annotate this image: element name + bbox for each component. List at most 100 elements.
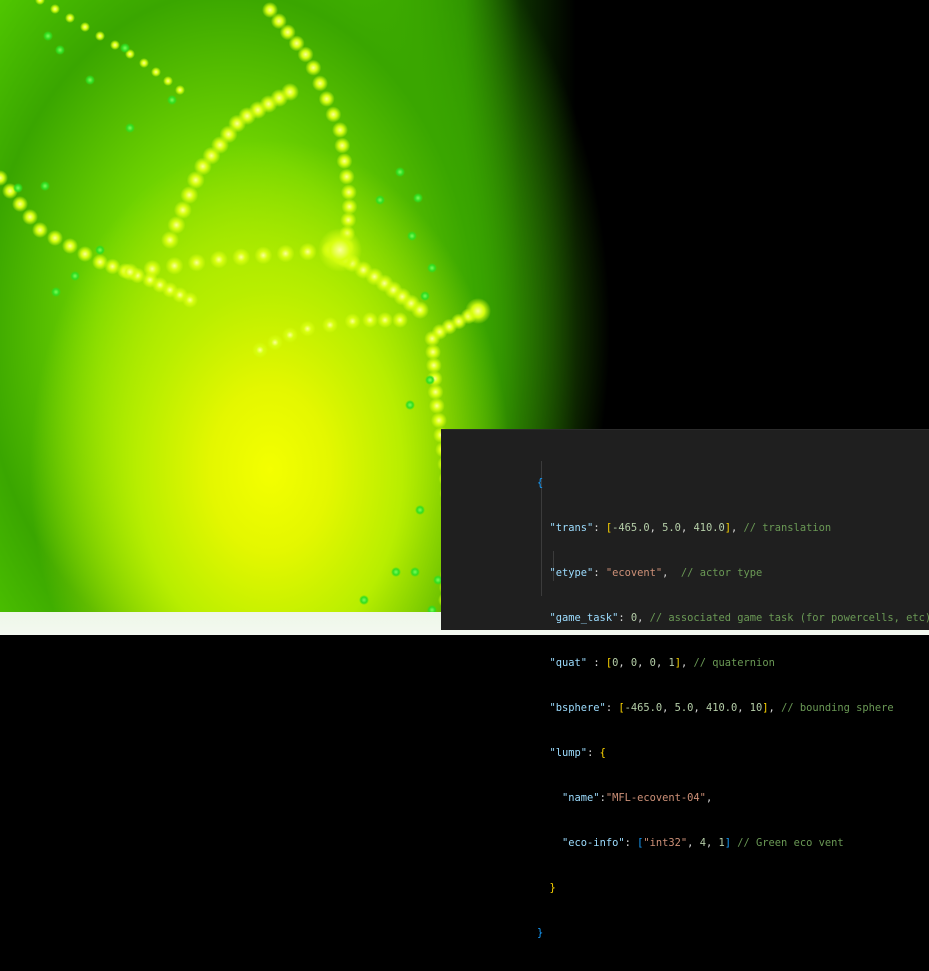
code-line-game-task: "game_task": 0, // associated game task … xyxy=(537,611,929,626)
code-editor-panel: { "trans": [-465.0, 5.0, 410.0], // tran… xyxy=(441,429,929,939)
bsphere-1: 5.0 xyxy=(674,702,694,714)
eco-info-type: "int32" xyxy=(643,837,688,849)
eco-particle xyxy=(338,168,355,185)
code-line-name: "name":"MFL-ecovent-04", xyxy=(562,792,713,804)
eco-spark xyxy=(420,291,430,301)
close-brace: } xyxy=(537,927,544,939)
eco-particle xyxy=(297,46,314,63)
eco-particle xyxy=(411,301,429,319)
eco-particle xyxy=(165,256,184,275)
eco-particle xyxy=(77,246,93,262)
eco-particle xyxy=(298,242,317,261)
eco-spark xyxy=(167,95,177,105)
eco-particle xyxy=(121,263,139,281)
eco-particle xyxy=(334,137,351,154)
eco-spark xyxy=(95,245,105,255)
eco-particle xyxy=(267,334,283,351)
eco-glow-core xyxy=(318,228,362,272)
lump-close-brace: } xyxy=(549,882,556,894)
code-line-bsphere: "bsphere": [-465.0, 5.0, 410.0, 10], // … xyxy=(549,702,894,714)
eco-particle xyxy=(22,209,38,225)
code-line-etype: "etype": "ecovent", // actor type xyxy=(549,567,763,579)
code-line-eco-info: "eco-info": ["int32", 4, 1] // Green eco… xyxy=(562,837,844,849)
bsphere-comment: // bounding sphere xyxy=(781,702,894,714)
eco-particle xyxy=(427,384,444,400)
eco-particle xyxy=(47,230,63,246)
game-task-key: "game_task" xyxy=(549,612,619,624)
eco-particle xyxy=(299,320,316,337)
eco-particle xyxy=(276,244,295,263)
eco-particle xyxy=(318,90,335,107)
eco-particle xyxy=(35,0,45,5)
bsphere-key: "bsphere" xyxy=(549,702,606,714)
etype-value: "ecovent" xyxy=(605,567,663,579)
quat-key: "quat" xyxy=(549,657,588,669)
eco-particle xyxy=(65,13,75,23)
etype-comment: // actor type xyxy=(680,567,763,579)
eco-spark xyxy=(407,231,417,241)
eco-spark xyxy=(55,45,65,55)
eco-spark xyxy=(40,181,50,191)
eco-spark xyxy=(395,167,405,177)
eco-particle xyxy=(281,83,299,101)
code-block: { "trans": [-465.0, 5.0, 410.0], // tran… xyxy=(537,446,929,971)
bsphere-0: -465.0 xyxy=(624,702,663,714)
trans-key: "trans" xyxy=(549,522,594,534)
code-line-quat: "quat" : [0, 0, 0, 1], // quaternion xyxy=(549,657,775,669)
eco-spark xyxy=(405,400,415,410)
eco-spark xyxy=(13,183,23,193)
eco-particle xyxy=(392,312,408,328)
eco-spark xyxy=(120,43,130,53)
eco-spark xyxy=(427,263,437,273)
trans-y: 5.0 xyxy=(662,522,681,534)
eco-spark xyxy=(413,193,423,203)
eco-particle xyxy=(377,312,393,328)
code-line-lump-close: } xyxy=(537,881,929,896)
eco-particle xyxy=(0,170,8,186)
eco-particle xyxy=(312,75,328,92)
code-line-close: } xyxy=(537,926,929,941)
name-key: "name" xyxy=(562,792,600,804)
eco-spark xyxy=(375,195,385,205)
name-value: "MFL-ecovent-04" xyxy=(605,792,706,804)
bsphere-3: 10 xyxy=(749,702,763,714)
eco-spark xyxy=(85,75,95,85)
eco-spark xyxy=(359,595,369,605)
eco-particle xyxy=(110,40,120,50)
eco-particle-burst xyxy=(465,298,491,324)
eco-particle xyxy=(430,412,447,429)
eco-particle xyxy=(32,222,48,238)
eco-particle xyxy=(163,76,173,86)
eco-particle xyxy=(254,246,273,265)
eco-particle xyxy=(344,313,361,330)
eco-info-key: "eco-info" xyxy=(562,837,625,849)
eco-particle xyxy=(182,292,198,308)
eco-particle xyxy=(175,85,185,95)
eco-particle xyxy=(12,196,28,212)
eco-particle xyxy=(362,312,378,328)
eco-spark xyxy=(125,123,135,133)
bsphere-2: 410.0 xyxy=(705,702,738,714)
eco-particle xyxy=(322,317,338,333)
eco-particle xyxy=(340,184,357,201)
code-line-lump: "lump": { xyxy=(549,747,606,759)
eco-particle xyxy=(428,397,445,414)
eco-spark xyxy=(415,505,425,515)
eco-particle xyxy=(139,58,149,68)
code-line-open: { xyxy=(537,476,929,491)
eco-particle xyxy=(151,67,161,77)
eco-particle xyxy=(252,342,268,358)
eco-particle xyxy=(80,22,90,32)
quat-comment: // quaternion xyxy=(693,657,775,669)
etype-key: "etype" xyxy=(549,567,594,579)
trans-z: 410.0 xyxy=(693,522,725,534)
eco-particle xyxy=(336,153,353,170)
eco-particle xyxy=(305,59,322,76)
eco-spark xyxy=(391,567,401,577)
eco-particle xyxy=(325,106,342,123)
trans-comment: // translation xyxy=(743,522,832,534)
eco-particle xyxy=(332,122,348,138)
eco-spark xyxy=(410,567,420,577)
open-brace: { xyxy=(537,477,544,489)
eco-particle xyxy=(143,259,162,278)
